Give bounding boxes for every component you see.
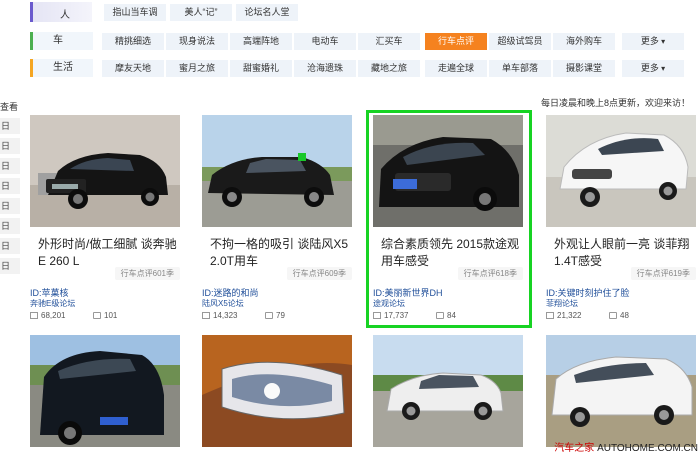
- post-card[interactable]: [202, 335, 352, 456]
- sidebar-item[interactable]: 日: [0, 218, 20, 235]
- top-item-person[interactable]: 人: [60, 6, 70, 21]
- replies-count: 101: [104, 311, 118, 320]
- nav-item-active[interactable]: 行车点评: [425, 33, 487, 50]
- top-item-3[interactable]: 论坛名人堂: [236, 4, 298, 21]
- comment-icon: [265, 312, 273, 319]
- car-photo[interactable]: [202, 335, 352, 447]
- nav-item[interactable]: 沧海遗珠: [294, 60, 356, 77]
- sidebar-item[interactable]: 日: [0, 238, 20, 255]
- nav-item[interactable]: 精挑细选: [102, 33, 164, 50]
- nav-item[interactable]: 摄影课堂: [553, 60, 615, 77]
- watermark-site: AUTOHOME.COM.CN: [597, 443, 698, 454]
- post-title[interactable]: 外观让人眼前一亮 谈菲翔1.4T感受: [554, 236, 694, 270]
- nav-row-car: 车 精挑细选 现身说法 高端阵地 电动车 汇买车 行车点评 超级试驾员 海外购车…: [30, 32, 700, 52]
- post-title[interactable]: 不拘一格的吸引 谈陆风X5 2.0T用车: [210, 236, 350, 270]
- left-sidebar: 查看 日 日 日 日 日 日 日 日: [0, 92, 22, 282]
- watermark-brand: 汽车之家: [554, 443, 595, 454]
- nav-item[interactable]: 超级试驾员: [489, 33, 551, 50]
- post-forum[interactable]: 陆风X5论坛: [202, 298, 244, 309]
- sidebar-item[interactable]: 日: [0, 158, 20, 175]
- nav-item[interactable]: 汇买车: [358, 33, 420, 50]
- car-photo[interactable]: [373, 335, 523, 447]
- views-icon: [30, 312, 38, 319]
- views-icon: [202, 312, 210, 319]
- car-photo[interactable]: [30, 335, 180, 447]
- post-tag[interactable]: 行车点评609季: [286, 267, 352, 280]
- top-bar: 人 指山当车调 美人“记” 论坛名人堂: [30, 2, 700, 22]
- update-notice: 每日凌晨和晚上8点更新，欢迎来访！: [540, 98, 690, 108]
- replies-count: 79: [276, 311, 285, 320]
- top-item-1[interactable]: 指山当车调: [104, 4, 166, 21]
- nav-category-life[interactable]: 生活: [30, 59, 93, 77]
- replies-stat: 48: [609, 311, 629, 320]
- nav-more-button[interactable]: 更多: [622, 33, 684, 50]
- nav-category-car[interactable]: 车: [30, 32, 93, 50]
- sidebar-item[interactable]: 日: [0, 118, 20, 135]
- nav-item[interactable]: 蜜月之旅: [166, 60, 228, 77]
- post-tag[interactable]: 行车点评601季: [114, 267, 180, 280]
- nav-item[interactable]: 单车部落: [489, 60, 551, 77]
- selection-highlight: [366, 110, 532, 328]
- comment-icon: [93, 312, 101, 319]
- post-forum[interactable]: 奔驰E级论坛: [30, 298, 75, 309]
- views-icon: [546, 312, 554, 319]
- car-photo[interactable]: [30, 115, 180, 227]
- sidebar-item[interactable]: 日: [0, 258, 20, 275]
- sidebar-item[interactable]: 日: [0, 138, 20, 155]
- views-count: 68,201: [41, 311, 66, 320]
- replies-count: 48: [620, 311, 629, 320]
- car-photo[interactable]: [546, 335, 696, 447]
- car-photo[interactable]: [202, 115, 352, 227]
- nav-item[interactable]: 走遍全球: [425, 60, 487, 77]
- nav-item[interactable]: 高端阵地: [230, 33, 292, 50]
- nav-item[interactable]: 甜蜜婚礼: [230, 60, 292, 77]
- post-card[interactable]: [546, 335, 696, 456]
- views-count: 21,322: [557, 311, 582, 320]
- post-card[interactable]: 外观让人眼前一亮 谈菲翔1.4T感受 行车点评619季 ID:关键时刻护住了脸 …: [546, 115, 696, 325]
- post-forum[interactable]: 菲翔论坛: [546, 298, 578, 309]
- nav-row-life: 生活 摩友天地 蜜月之旅 甜蜜婚礼 沧海遗珠 藏地之旅 走遍全球 单车部落 摄影…: [30, 59, 700, 79]
- post-card[interactable]: 外形时尚/做工细腻 谈奔驰E 260 L 行车点评601季 ID:苹菓核 奔驰E…: [30, 115, 180, 325]
- replies-stat: 101: [93, 311, 117, 320]
- sidebar-item[interactable]: 日: [0, 198, 20, 215]
- views-count: 14,323: [213, 311, 238, 320]
- sidebar-label: 查看: [0, 102, 19, 112]
- sidebar-item[interactable]: 日: [0, 178, 20, 195]
- post-title[interactable]: 外形时尚/做工细腻 谈奔驰E 260 L: [38, 236, 178, 270]
- car-photo[interactable]: [546, 115, 696, 227]
- post-card[interactable]: 不拘一格的吸引 谈陆风X5 2.0T用车 行车点评609季 ID:迷路的和尚 陆…: [202, 115, 352, 325]
- nav-item[interactable]: 摩友天地: [102, 60, 164, 77]
- nav-item[interactable]: 现身说法: [166, 33, 228, 50]
- views-stat: 68,201: [30, 311, 65, 320]
- post-tag[interactable]: 行车点评619季: [630, 267, 696, 280]
- site-watermark: 汽车之家 AUTOHOME.COM.CN: [554, 439, 698, 454]
- nav-item[interactable]: 电动车: [294, 33, 356, 50]
- comment-icon: [609, 312, 617, 319]
- replies-stat: 79: [265, 311, 285, 320]
- views-stat: 21,322: [546, 311, 581, 320]
- nav-item[interactable]: 藏地之旅: [358, 60, 420, 77]
- top-item-2[interactable]: 美人“记”: [170, 4, 232, 21]
- nav-more-button[interactable]: 更多: [622, 60, 684, 77]
- post-card[interactable]: [373, 335, 523, 456]
- post-card[interactable]: [30, 335, 180, 456]
- nav-item[interactable]: 海外购车: [553, 33, 615, 50]
- views-stat: 14,323: [202, 311, 237, 320]
